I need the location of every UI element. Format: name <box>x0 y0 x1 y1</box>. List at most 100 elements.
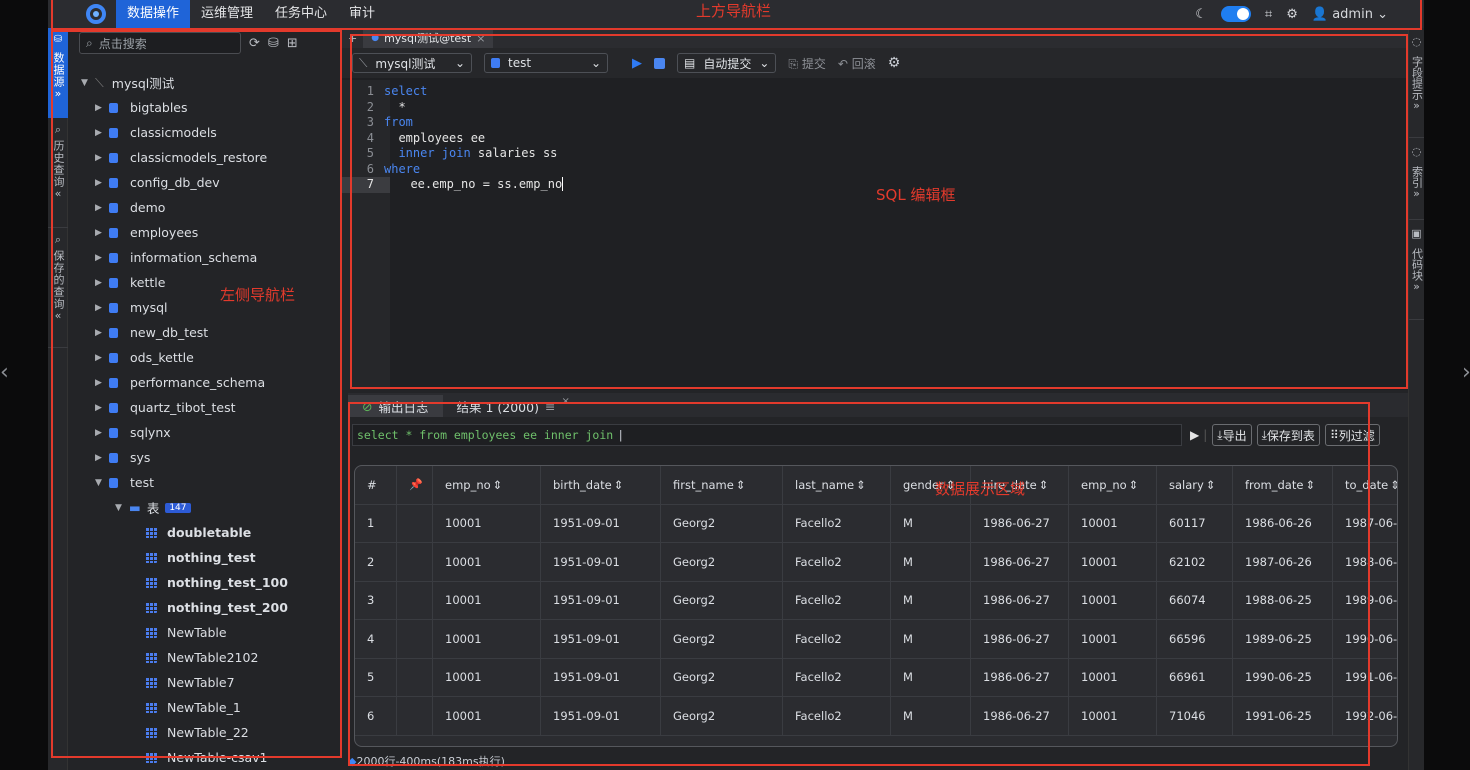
caret-right-icon[interactable]: ▶ <box>95 128 109 138</box>
table-cell[interactable]: 10001 <box>433 543 541 581</box>
tree-db-kettle[interactable]: ▶ kettle <box>81 270 339 295</box>
sort-icon[interactable]: ⇕ <box>736 478 746 492</box>
table-cell[interactable]: M <box>891 658 971 696</box>
table-cell[interactable]: 1988-06-25 <box>1233 581 1333 619</box>
column-header[interactable]: birth_date ⇕ <box>541 466 661 504</box>
expand-icon[interactable]: » <box>1413 100 1420 112</box>
editor-settings-icon[interactable]: ⚙ <box>888 55 901 71</box>
caret-right-icon[interactable]: ▶ <box>95 253 109 263</box>
table-cell[interactable]: M <box>891 581 971 619</box>
table-cell[interactable]: M <box>891 543 971 581</box>
table-cell[interactable]: Facello2 <box>783 504 891 542</box>
table-cell[interactable]: 10001 <box>1069 543 1157 581</box>
tab-query[interactable]: ● mysql测试@test × <box>363 28 494 48</box>
table-cell[interactable]: 10001 <box>1069 697 1157 735</box>
column-header[interactable]: emp_no ⇕ <box>433 466 541 504</box>
prev-arrow-icon[interactable]: ‹ <box>0 360 9 385</box>
autocommit-select[interactable]: ▤ 自动提交 ⌄ <box>677 53 777 73</box>
export-button[interactable]: ⤓ 导出 <box>1212 424 1252 446</box>
table-cell[interactable]: 1986-06-27 <box>971 504 1069 542</box>
caret-right-icon[interactable]: ▶ <box>95 178 109 188</box>
tree-root[interactable]: ▼ ⟍ mysql测试 <box>81 70 339 95</box>
table-cell[interactable]: M <box>891 504 971 542</box>
tree-db-sys[interactable]: ▶ sys <box>81 445 339 470</box>
rollback-button[interactable]: ↶ 回滚 <box>838 55 876 72</box>
new-query-icon[interactable]: ⊞ <box>287 36 298 51</box>
add-tab-icon[interactable]: + <box>342 32 363 45</box>
nav-audit[interactable]: 审计 <box>338 0 386 28</box>
table-cell[interactable]: 1 <box>355 504 397 542</box>
column-header[interactable]: emp_no ⇕ <box>1069 466 1157 504</box>
commit-button[interactable]: ⎘ 提交 <box>788 55 825 72</box>
caret-down-icon[interactable]: ▼ <box>95 478 109 488</box>
tree-table-group[interactable]: ▼ ▬ 表 147 <box>81 495 339 520</box>
table-cell[interactable]: 1988-06-25 <box>1333 543 1397 581</box>
table-cell[interactable]: Georg2 <box>661 581 783 619</box>
datasource-select[interactable]: ⟍ mysql测试 ⌄ <box>352 53 472 73</box>
table-cell[interactable]: 10001 <box>1069 658 1157 696</box>
table-cell[interactable]: 60117 <box>1157 504 1233 542</box>
table-cell[interactable]: 5 <box>355 658 397 696</box>
pin-icon[interactable]: ≡ <box>545 399 555 414</box>
refresh-icon[interactable]: ⟳ <box>249 36 260 51</box>
column-header[interactable]: from_date ⇕ <box>1233 466 1333 504</box>
table-cell[interactable]: Georg2 <box>661 658 783 696</box>
rail-history[interactable]: ⌕ 历史查询 « <box>48 118 68 228</box>
caret-right-icon[interactable]: ▶ <box>95 328 109 338</box>
tree-db-classicmodels_restore[interactable]: ▶ classicmodels_restore <box>81 145 339 170</box>
caret-right-icon[interactable]: ▶ <box>95 453 109 463</box>
tree-table-NewTable_1[interactable]: NewTable_1 <box>81 695 339 720</box>
table-cell[interactable]: 1990-06-25 <box>1333 620 1397 658</box>
next-arrow-icon[interactable]: › <box>1462 360 1470 385</box>
user-menu[interactable]: 👤 admin ⌄ <box>1312 7 1388 22</box>
sort-icon[interactable]: ⇕ <box>614 478 624 492</box>
table-cell[interactable]: 66074 <box>1157 581 1233 619</box>
tree-db-performance_schema[interactable]: ▶ performance_schema <box>81 370 339 395</box>
caret-right-icon[interactable]: ▶ <box>95 303 109 313</box>
table-cell[interactable] <box>397 543 433 581</box>
column-filter-button[interactable]: ⠿ 列过滤 <box>1324 424 1380 446</box>
tree-table-nothing_test_100[interactable]: nothing_test_100 <box>81 570 339 595</box>
tab-result-1[interactable]: 结果 1 (2000) ≡ × <box>443 395 584 417</box>
column-header[interactable]: first_name ⇕ <box>661 466 783 504</box>
table-cell[interactable]: 66961 <box>1157 658 1233 696</box>
table-cell[interactable]: Facello2 <box>783 581 891 619</box>
table-cell[interactable]: Georg2 <box>661 504 783 542</box>
table-cell[interactable]: 10001 <box>433 504 541 542</box>
tab-output-log[interactable]: ⊘ 输出日志 <box>348 395 443 417</box>
sql-preview-field[interactable]: select * from employees ee inner join | <box>352 424 1182 446</box>
theme-toggle[interactable] <box>1220 6 1251 22</box>
tree-table-NewTable[interactable]: NewTable <box>81 620 339 645</box>
table-cell[interactable] <box>397 620 433 658</box>
tree-table-nothing_test_200[interactable]: nothing_test_200 <box>81 595 339 620</box>
rail-index[interactable]: ◌ 索引 » <box>1409 138 1424 220</box>
expand-icon[interactable]: » <box>1413 281 1420 293</box>
table-cell[interactable]: Facello2 <box>783 658 891 696</box>
code-line[interactable]: 6 where <box>342 162 1408 178</box>
caret-down-icon[interactable]: ▼ <box>115 503 129 513</box>
table-cell[interactable]: Georg2 <box>661 697 783 735</box>
table-cell[interactable]: 1991-06-25 <box>1233 697 1333 735</box>
table-cell[interactable]: 1987-06-26 <box>1233 543 1333 581</box>
close-icon[interactable]: × <box>476 32 485 45</box>
table-cell[interactable]: 6 <box>355 697 397 735</box>
run-icon[interactable]: ▶ <box>632 56 642 71</box>
tree-db-ods_kettle[interactable]: ▶ ods_kettle <box>81 345 339 370</box>
table-cell[interactable]: 1989-06-25 <box>1233 620 1333 658</box>
tree-db-sqlynx[interactable]: ▶ sqlynx <box>81 420 339 445</box>
tree-table-NewTable2102[interactable]: NewTable2102 <box>81 645 339 670</box>
code-line[interactable]: 7 ee.emp_no = ss.emp_no <box>342 177 1408 193</box>
sort-icon[interactable]: ⇕ <box>1390 478 1397 492</box>
nav-task-center[interactable]: 任务中心 <box>264 0 338 28</box>
table-cell[interactable]: 1951-09-01 <box>541 504 661 542</box>
pin-icon[interactable]: 📌 <box>409 478 423 491</box>
table-cell[interactable]: 10001 <box>433 697 541 735</box>
table-cell[interactable]: M <box>891 697 971 735</box>
table-row[interactable]: 3 10001 1951-09-01 Georg2 Facello2 M 1986-06-2… <box>355 581 1397 620</box>
table-cell[interactable]: 62102 <box>1157 543 1233 581</box>
table-cell[interactable]: 1990-06-25 <box>1233 658 1333 696</box>
table-cell[interactable]: 2 <box>355 543 397 581</box>
sort-icon[interactable]: ⇕ <box>856 478 866 492</box>
column-header[interactable]: # <box>355 466 397 504</box>
caret-right-icon[interactable]: ▶ <box>95 153 109 163</box>
